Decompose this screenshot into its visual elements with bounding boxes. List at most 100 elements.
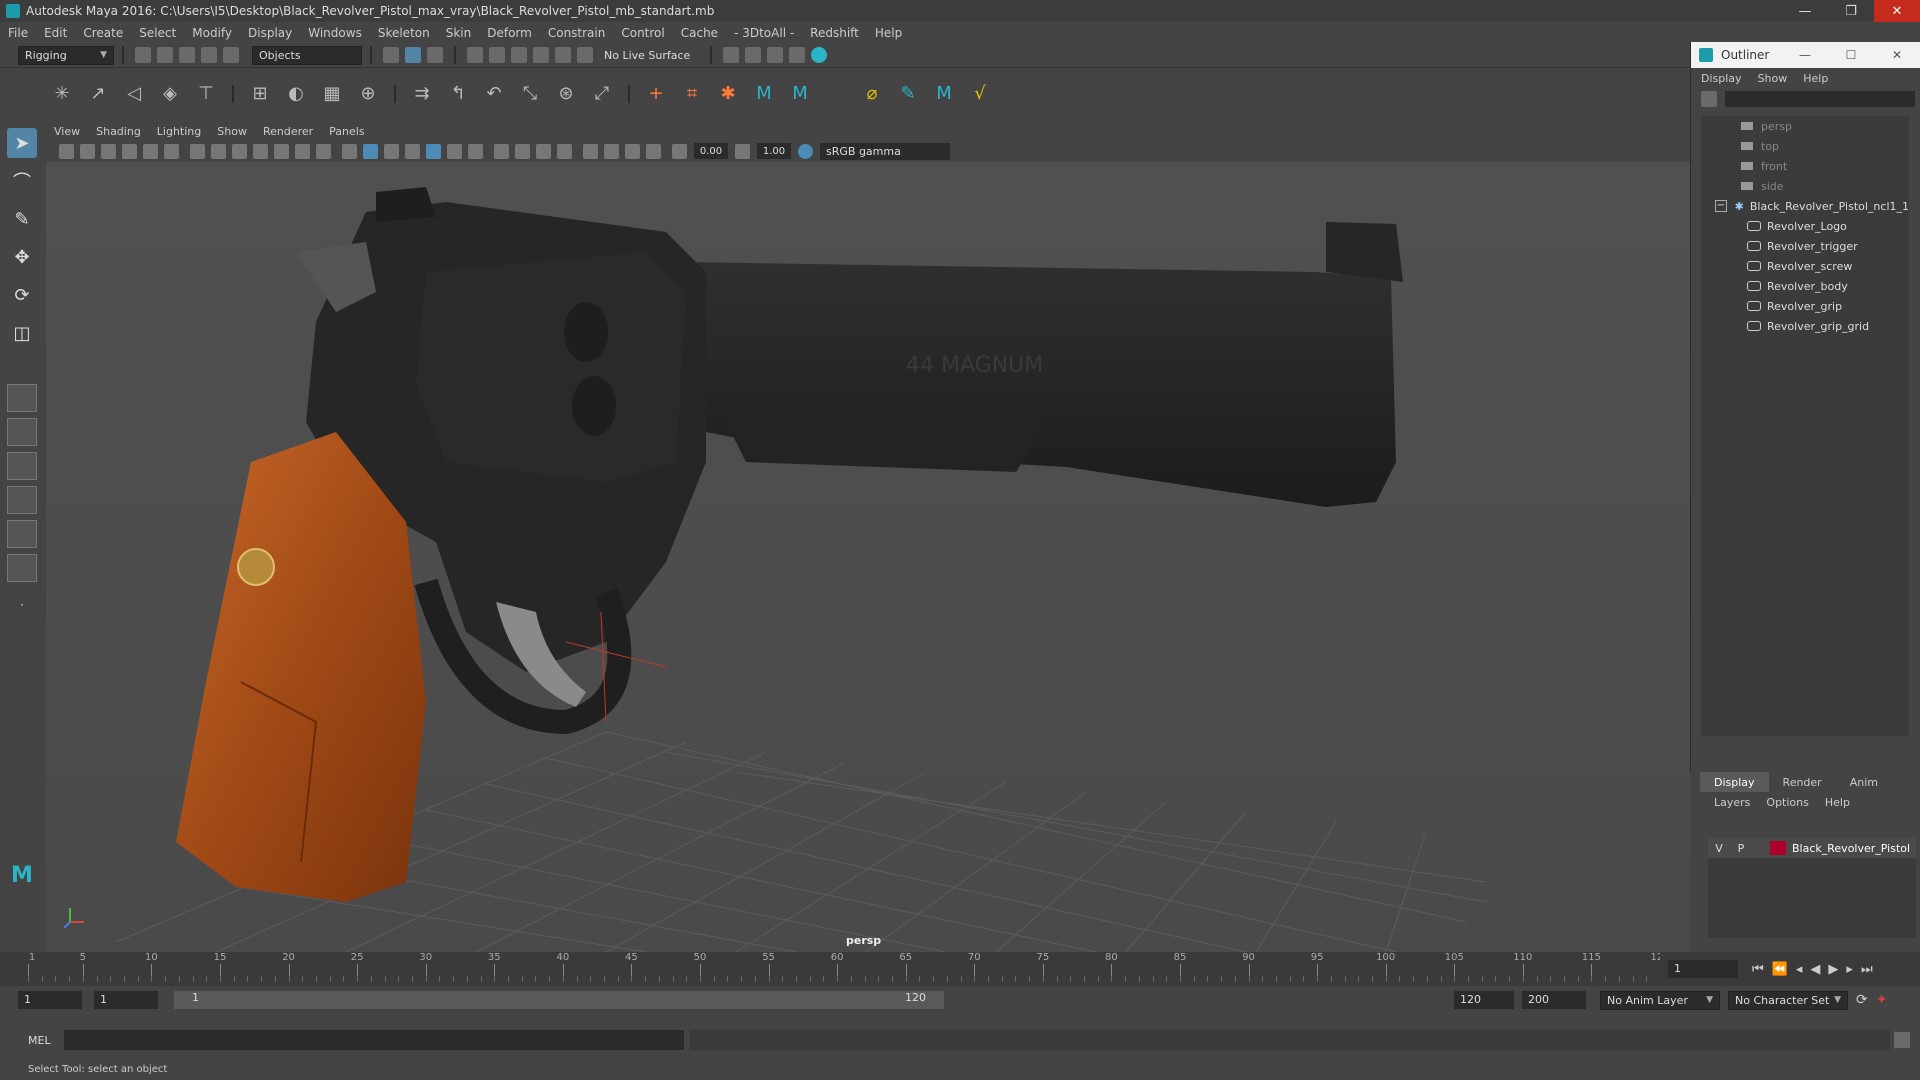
play-forward-icon[interactable]: ▶ xyxy=(1828,962,1838,977)
step-back-key-icon[interactable]: ⏪ xyxy=(1772,962,1788,977)
tree-item-front[interactable]: front xyxy=(1701,156,1909,176)
ipr-render-icon[interactable] xyxy=(767,47,784,63)
shadows-icon[interactable] xyxy=(468,143,483,159)
layer-visibility-toggle[interactable]: V xyxy=(1708,842,1730,855)
joint-tool-icon[interactable]: ✳ xyxy=(49,81,75,107)
use-all-lights-icon[interactable] xyxy=(447,143,462,159)
smooth-shade-icon[interactable] xyxy=(363,143,378,159)
menu-create[interactable]: Create xyxy=(83,26,123,40)
layer-color-swatch[interactable] xyxy=(1770,841,1786,855)
textured-icon[interactable] xyxy=(426,143,441,159)
mel-command-input[interactable] xyxy=(64,1030,684,1050)
color-management-icon[interactable] xyxy=(798,143,813,159)
outliner-menu-display[interactable]: Display xyxy=(1701,72,1742,85)
select-tool-icon[interactable]: ➤ xyxy=(7,128,37,158)
default-material-icon[interactable] xyxy=(384,143,399,159)
menu-file[interactable]: File xyxy=(8,26,28,40)
exposure-icon[interactable] xyxy=(672,143,687,159)
rotate-tool-icon[interactable]: ⟳ xyxy=(7,280,37,310)
make-live-icon[interactable] xyxy=(577,47,593,63)
curve-control-icon[interactable]: ⌗ xyxy=(679,81,705,107)
render-current-icon[interactable] xyxy=(745,47,762,63)
render-settings-icon[interactable] xyxy=(789,47,806,63)
snap-grid-icon[interactable] xyxy=(467,47,483,63)
end-time-field[interactable]: 200 xyxy=(1522,991,1586,1009)
tree-item-persp[interactable]: persp xyxy=(1701,116,1909,136)
paint-weights-icon[interactable]: ◐ xyxy=(283,81,309,107)
resolution-gate-icon[interactable] xyxy=(232,143,247,159)
paint-select-icon[interactable]: ✎ xyxy=(7,204,37,234)
four-pane-layout-icon[interactable] xyxy=(7,418,37,446)
aim-constraint-icon[interactable]: ⊛ xyxy=(553,81,579,107)
undo-icon[interactable] xyxy=(201,47,217,63)
tree-item-mesh[interactable]: Revolver_grip_grid xyxy=(1701,316,1909,336)
check-icon[interactable]: √ xyxy=(967,81,993,107)
wireframe-icon[interactable] xyxy=(342,143,357,159)
locator-icon[interactable]: + xyxy=(643,81,669,107)
two-d-pan-icon[interactable] xyxy=(143,143,158,159)
wireframe-on-shaded-icon[interactable] xyxy=(405,143,420,159)
camera-attributes-icon[interactable] xyxy=(80,143,95,159)
xray-icon[interactable] xyxy=(604,143,619,159)
scale-constraint-icon[interactable]: ⤡ xyxy=(517,81,543,107)
step-back-icon[interactable]: ◂ xyxy=(1796,962,1803,977)
snap-view-plane-icon[interactable] xyxy=(533,47,549,63)
safe-action-icon[interactable] xyxy=(295,143,310,159)
field-chart-icon[interactable] xyxy=(274,143,289,159)
viewport-menu-panels[interactable]: Panels xyxy=(329,125,364,138)
menu-select[interactable]: Select xyxy=(139,26,176,40)
lasso-tool-icon[interactable]: ⌒ xyxy=(7,166,37,196)
ik-handle-icon[interactable]: ↗ xyxy=(85,81,111,107)
render-view-icon[interactable] xyxy=(723,47,740,63)
grease-pencil-icon[interactable] xyxy=(164,143,179,159)
redo-icon[interactable] xyxy=(223,47,239,63)
paint-tool-icon[interactable]: ✎ xyxy=(895,81,921,107)
step-forward-icon[interactable]: ▸ xyxy=(1846,962,1853,977)
insert-joint-icon[interactable]: ◈ xyxy=(157,81,183,107)
move-tool-icon[interactable]: ✥ xyxy=(7,242,37,272)
select-hierarchy-icon[interactable] xyxy=(383,47,399,63)
two-pane-layout-icon[interactable] xyxy=(7,452,37,480)
snap-point-icon[interactable] xyxy=(511,47,527,63)
select-component-icon[interactable] xyxy=(427,47,443,63)
isolate-select-icon[interactable] xyxy=(583,143,598,159)
tree-item-mesh[interactable]: Revolver_grip xyxy=(1701,296,1909,316)
maya-script-alt-icon[interactable]: M xyxy=(787,81,813,107)
maya-script-icon[interactable]: M xyxy=(751,81,777,107)
menu-modify[interactable]: Modify xyxy=(192,26,232,40)
maya-extra-icon[interactable]: M xyxy=(931,81,957,107)
grid-toggle-icon[interactable] xyxy=(190,143,205,159)
menu-deform[interactable]: Deform xyxy=(487,26,532,40)
mirror-joint-icon[interactable]: ⊤ xyxy=(193,81,219,107)
render-layout-icon[interactable] xyxy=(7,554,37,582)
viewport-menu-show[interactable]: Show xyxy=(217,125,247,138)
anim-layer-dropdown[interactable]: No Anim Layer ▼ xyxy=(1600,990,1720,1010)
menu-help[interactable]: Help xyxy=(875,26,902,40)
menu-redshift[interactable]: Redshift xyxy=(810,26,859,40)
bookmark-icon[interactable] xyxy=(101,143,116,159)
tree-item-mesh[interactable]: Revolver_screw xyxy=(1701,256,1909,276)
depth-of-field-icon[interactable] xyxy=(557,143,572,159)
menu-3dtoall[interactable]: - 3DtoAll - xyxy=(734,26,794,40)
mel-label[interactable]: MEL xyxy=(0,1034,64,1047)
menu-skeleton[interactable]: Skeleton xyxy=(378,26,430,40)
menu-control[interactable]: Control xyxy=(621,26,664,40)
menu-set-dropdown[interactable]: Rigging ▼ xyxy=(18,45,114,65)
collapse-toggle-icon[interactable]: − xyxy=(1715,200,1727,212)
point-constraint-icon[interactable]: ↰ xyxy=(445,81,471,107)
open-scene-icon[interactable] xyxy=(157,47,173,63)
select-object-icon[interactable] xyxy=(405,47,421,63)
layer-menu-help[interactable]: Help xyxy=(1825,796,1850,809)
go-to-start-icon[interactable]: ⏮ xyxy=(1752,962,1764,977)
gate-mask-icon[interactable] xyxy=(253,143,268,159)
animation-preferences-icon[interactable]: ✦ xyxy=(1876,992,1888,1008)
layer-row[interactable]: V P Black_Revolver_Pistol xyxy=(1708,838,1916,858)
safe-title-icon[interactable] xyxy=(316,143,331,159)
graph-layout-icon[interactable] xyxy=(7,520,37,548)
viewport-menu-renderer[interactable]: Renderer xyxy=(263,125,313,138)
lattice-icon[interactable]: ▦ xyxy=(319,81,345,107)
selection-set-icon[interactable]: ⌀ xyxy=(859,81,885,107)
maximize-button[interactable]: ❐ xyxy=(1828,0,1874,22)
range-bar[interactable]: 1 120 xyxy=(174,991,944,1009)
selection-mode-dropdown[interactable]: Objects xyxy=(252,45,362,65)
